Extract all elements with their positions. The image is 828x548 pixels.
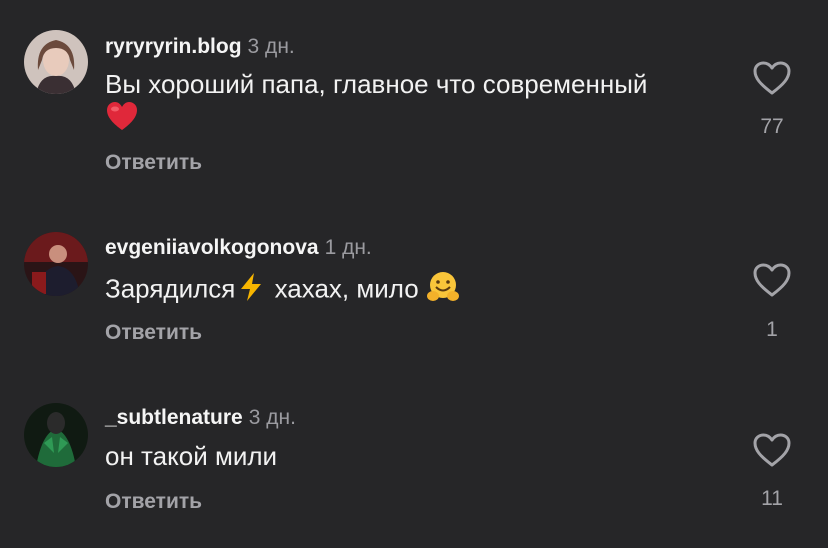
- comment-meta: _subtlenature 3 дн.: [105, 405, 296, 431]
- like-button[interactable]: [752, 432, 792, 468]
- timestamp: 3 дн.: [248, 406, 296, 429]
- comment-item: _subtlenature 3 дн. он такой мили 11 Отве…: [0, 0, 828, 513]
- username[interactable]: evgeniiavolkogonova: [105, 236, 319, 259]
- timestamp: 1 дн.: [324, 236, 372, 259]
- heart-outline-icon: [753, 433, 791, 467]
- like-button[interactable]: [752, 262, 792, 298]
- comment-text: он такой мили: [105, 440, 745, 472]
- like-count: 11: [761, 487, 783, 510]
- reply-button[interactable]: Ответить: [105, 320, 202, 346]
- like-count: 1: [766, 318, 778, 341]
- lightning-icon: [235, 271, 267, 310]
- hugging-face-icon: [426, 270, 460, 311]
- comment-text: Зарядился хахах, мило: [105, 270, 745, 311]
- reply-button[interactable]: Ответить: [105, 489, 202, 515]
- avatar-image: [24, 232, 88, 296]
- comment-text-body: он такой мили: [105, 441, 278, 471]
- comment-text-body: Зарядился: [105, 273, 236, 304]
- heart-outline-icon: [753, 263, 791, 297]
- comment-meta: evgeniiavolkogonova 1 дн.: [105, 235, 372, 261]
- avatar-image: [24, 403, 88, 467]
- avatar[interactable]: [24, 403, 88, 467]
- avatar[interactable]: [24, 232, 88, 296]
- username[interactable]: _subtlenature: [105, 406, 243, 429]
- comment-text-body: хахах, мило: [267, 273, 426, 304]
